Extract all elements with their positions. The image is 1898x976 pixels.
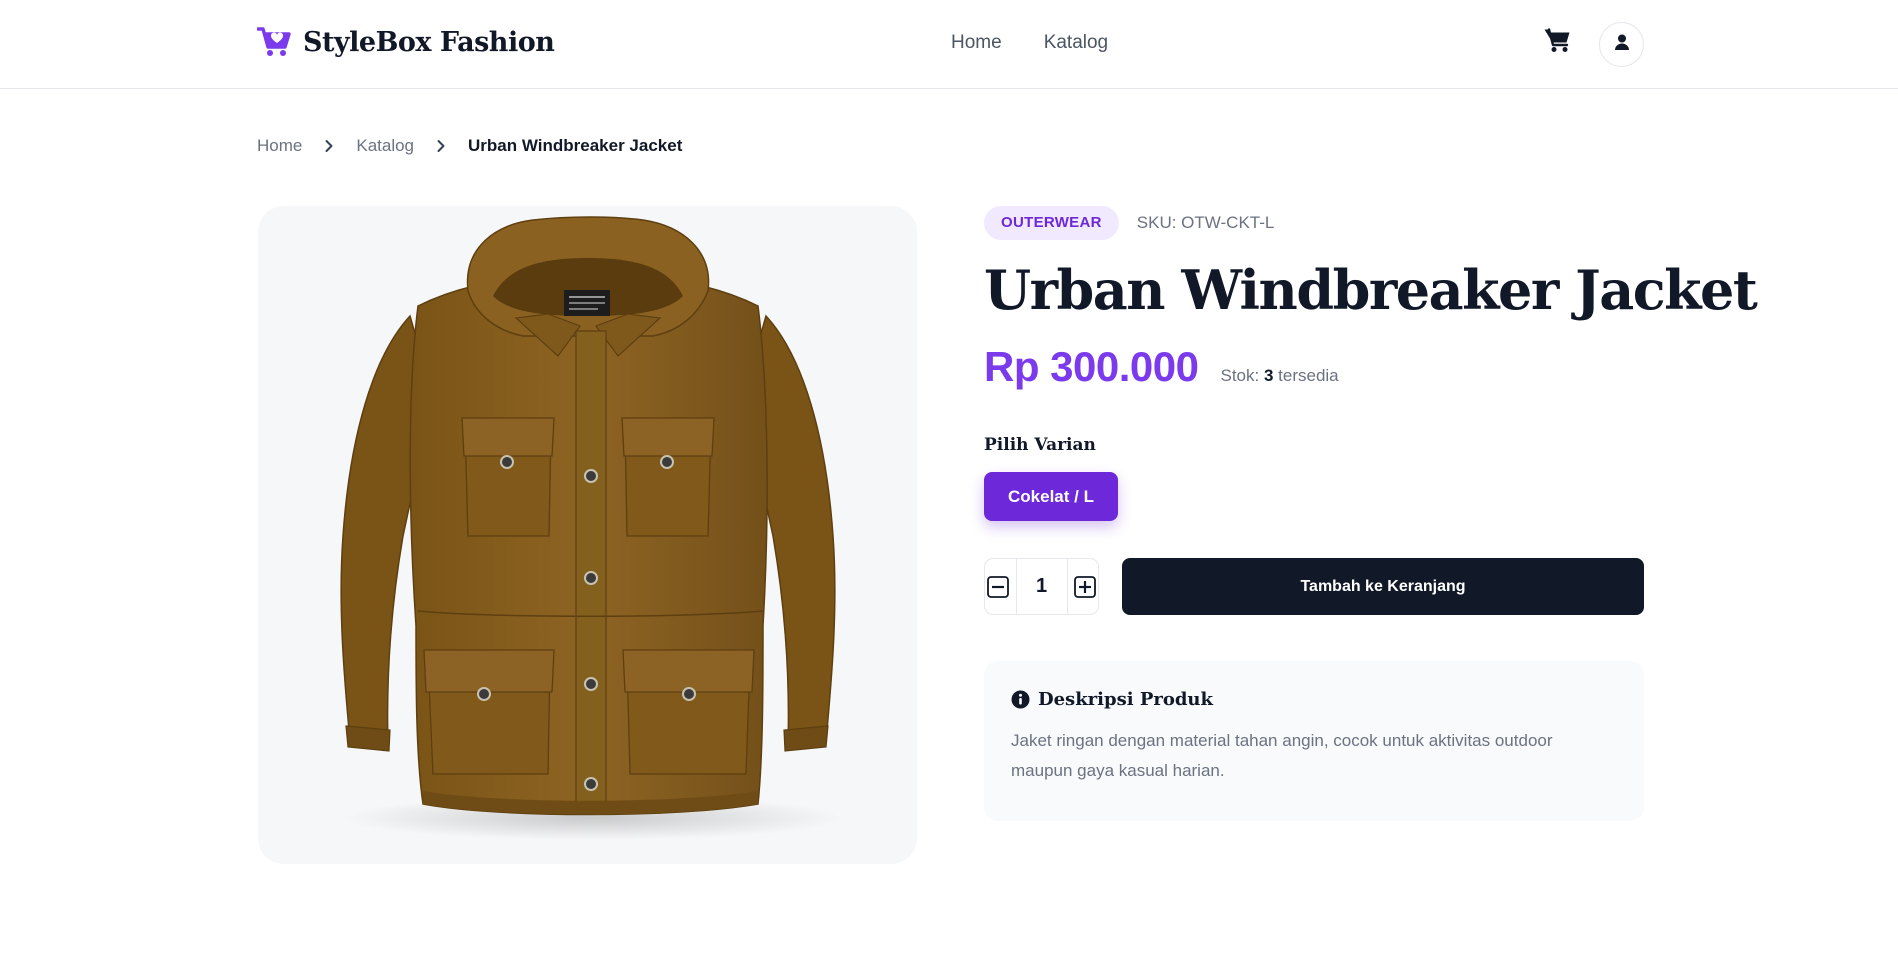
stock-count: 3 — [1263, 366, 1274, 385]
variant-option-cokelat-l[interactable]: Cokelat / L — [984, 472, 1118, 521]
quantity-stepper: 1 — [984, 558, 1099, 615]
price-row: Rp 300.000 Stok: 3 tersedia — [984, 343, 1644, 391]
user-icon — [1614, 34, 1629, 55]
product-sku: SKU: OTW-CKT-L — [1136, 213, 1275, 232]
main-nav: Home Katalog — [951, 32, 1108, 54]
brand-name: StyleBox Fashion — [303, 26, 555, 58]
increase-quantity-button[interactable] — [1073, 575, 1097, 599]
shopping-cart-heart-icon — [256, 26, 291, 58]
variant-label: Pilih Varian — [984, 435, 1096, 455]
cart-button[interactable] — [1542, 28, 1572, 58]
stock-suffix: tersedia — [1273, 366, 1339, 385]
description-box: Deskripsi Produk Jaket ringan dengan mat… — [984, 661, 1644, 821]
description-heading: Deskripsi Produk — [1011, 689, 1617, 710]
product-image — [340, 216, 843, 840]
chevron-right-icon — [320, 137, 338, 155]
breadcrumb: Home Katalog Urban Windbreaker Jacket — [257, 136, 682, 156]
minus-icon — [987, 575, 1009, 598]
quantity-value[interactable]: 1 — [1015, 559, 1068, 614]
plus-icon — [1074, 575, 1096, 598]
brand-link[interactable]: StyleBox Fashion — [256, 26, 555, 58]
product-price: Rp 300.000 — [984, 343, 1199, 390]
nav-katalog[interactable]: Katalog — [1044, 32, 1108, 54]
chevron-right-icon — [432, 137, 450, 155]
product-image-panel — [258, 206, 917, 864]
product-meta: OUTERWEAR SKU: OTW-CKT-L — [984, 206, 1644, 240]
product-info: OUTERWEAR SKU: OTW-CKT-L Urban Windbreak… — [984, 206, 1758, 821]
add-to-cart-row: 1 Tambah ke Keranjang — [984, 558, 1644, 615]
decrease-quantity-button[interactable] — [986, 575, 1010, 599]
breadcrumb-home[interactable]: Home — [257, 136, 302, 156]
site-header: StyleBox Fashion Home Katalog — [0, 0, 1898, 89]
category-badge: OUTERWEAR — [984, 206, 1119, 240]
account-button[interactable] — [1599, 22, 1644, 67]
description-title: Deskripsi Produk — [1038, 689, 1213, 710]
stock-status: Stok: 3 tersedia — [1220, 366, 1338, 386]
info-icon — [1011, 690, 1030, 709]
breadcrumb-katalog[interactable]: Katalog — [356, 136, 414, 156]
stock-prefix: Stok: — [1220, 366, 1264, 385]
description-text: Jaket ringan dengan material tahan angin… — [1011, 731, 1553, 780]
add-to-cart-button[interactable]: Tambah ke Keranjang — [1122, 558, 1644, 615]
breadcrumb-current: Urban Windbreaker Jacket — [468, 136, 683, 155]
shopping-cart-icon — [1544, 28, 1571, 58]
product-title: Urban Windbreaker Jacket — [984, 258, 1758, 322]
nav-home[interactable]: Home — [951, 32, 1002, 54]
